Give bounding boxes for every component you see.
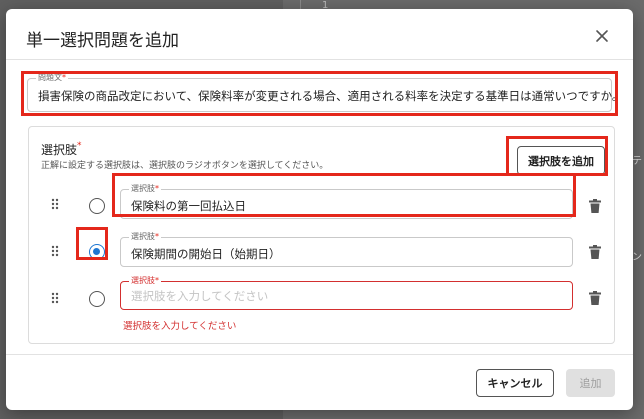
choice-3-radio[interactable] [89, 291, 105, 307]
add-single-choice-dialog: 単一選択問題を追加 問題文* 損害保険の商品改定において、保険料率が変更される場… [6, 9, 633, 410]
trash-icon[interactable] [589, 199, 601, 213]
trash-icon[interactable] [589, 245, 601, 259]
choice-2-text: 保険期間の開始日（始期日） [131, 247, 281, 261]
add-button[interactable]: 追加 [566, 369, 615, 397]
choice-3-field[interactable]: 選択肢* [120, 276, 573, 310]
choices-section-title: 選択肢* [41, 141, 82, 157]
close-icon [596, 30, 608, 42]
choice-3-label: 選択肢* [129, 276, 161, 286]
dialog-footer-divider [6, 354, 633, 355]
drag-handle-icon[interactable] [51, 245, 59, 257]
background-glyph: テ [632, 156, 642, 167]
drag-handle-icon[interactable] [51, 292, 59, 304]
choice-2-label: 選択肢* [129, 232, 161, 242]
highlight-choice-2-radio [76, 227, 108, 260]
choices-section-help: 正解に設定する選択肢は、選択肢のラジオボタンを選択してください。 [41, 161, 329, 171]
dialog-header-divider [6, 59, 633, 60]
choice-3-error: 選択肢を入力してください [123, 321, 237, 332]
highlight-choice-1 [112, 173, 576, 217]
highlight-question [21, 71, 618, 116]
highlight-add-choice-button [506, 136, 608, 176]
choice-2-field[interactable]: 選択肢* 保険期間の開始日（始期日） [120, 232, 573, 267]
drag-handle-icon[interactable] [51, 198, 59, 210]
close-button[interactable] [592, 26, 612, 46]
choice-1-radio[interactable] [89, 198, 105, 214]
dialog-title: 単一選択問題を追加 [26, 31, 179, 51]
cancel-button[interactable]: キャンセル [476, 369, 554, 397]
background-glyph: ン [632, 252, 642, 263]
choice-3-input[interactable] [131, 288, 561, 304]
trash-icon[interactable] [589, 291, 601, 305]
